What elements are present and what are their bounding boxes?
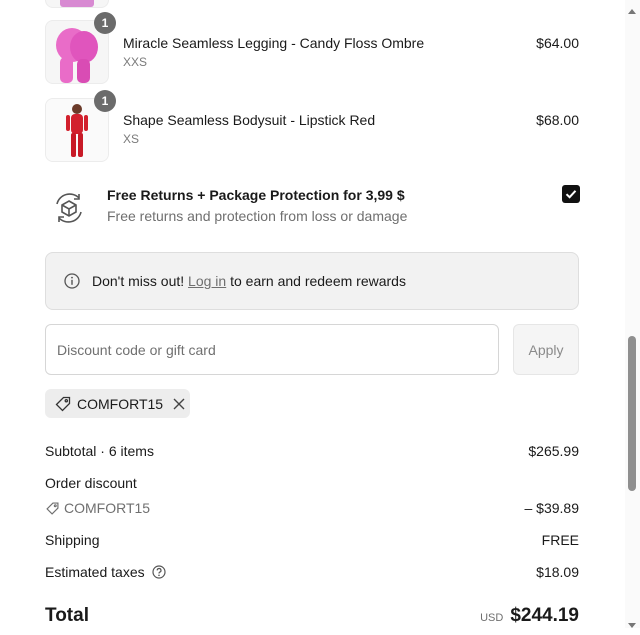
total-amount: USD $244.19: [480, 605, 579, 627]
taxes-row: Estimated taxes: [45, 564, 166, 580]
scrollbar-thumb[interactable]: [628, 336, 636, 491]
scroll-up-arrow-icon[interactable]: [627, 2, 637, 14]
total-value: $244.19: [510, 605, 579, 626]
shipping-label: Shipping: [45, 532, 100, 548]
product-thumbnail-previous: [45, 0, 109, 8]
quantity-badge: 1: [94, 12, 116, 34]
product-price: $64.00: [536, 35, 579, 51]
order-discount-code: COMFORT15: [45, 500, 150, 516]
tag-icon: [45, 501, 60, 516]
info-icon: [64, 273, 80, 289]
product-price: $68.00: [536, 112, 579, 128]
product-variant: XS: [123, 132, 140, 146]
subtotal-label: Subtotal · 6 items: [45, 443, 154, 459]
discount-code-input[interactable]: [45, 324, 499, 375]
taxes-label: Estimated taxes: [45, 564, 145, 580]
quantity-badge: 1: [94, 90, 116, 112]
order-discount-value: – $39.89: [524, 500, 580, 516]
protection-title: Free Returns + Package Protection for 3,…: [107, 187, 405, 203]
scrollbar[interactable]: [625, 0, 640, 628]
rewards-suffix: to earn and redeem rewards: [230, 273, 406, 289]
tag-icon: [54, 395, 72, 413]
checkmark-icon: [565, 190, 577, 199]
apply-button[interactable]: Apply: [513, 324, 579, 375]
rewards-notice: Don't miss out! Log in to earn and redee…: [45, 252, 579, 310]
package-protection-icon: [51, 190, 87, 226]
taxes-value: $18.09: [536, 564, 579, 580]
scroll-down-arrow-icon[interactable]: [627, 617, 637, 628]
applied-code-label: COMFORT15: [77, 395, 164, 412]
login-link[interactable]: Log in: [188, 273, 226, 289]
product-name: Shape Seamless Bodysuit - Lipstick Red: [123, 112, 376, 128]
order-discount-label: Order discount: [45, 475, 137, 491]
order-discount-code-label: COMFORT15: [64, 500, 151, 516]
applied-discount-chip: COMFORT15: [45, 389, 190, 418]
protection-subtitle: Free returns and protection from loss or…: [107, 208, 408, 224]
total-currency: USD: [480, 612, 504, 624]
total-label: Total: [45, 605, 89, 626]
shipping-value: FREE: [541, 532, 579, 548]
product-variant: XXS: [123, 55, 148, 69]
product-name: Miracle Seamless Legging - Candy Floss O…: [123, 35, 425, 51]
rewards-prefix: Don't miss out!: [92, 273, 185, 289]
help-icon[interactable]: [152, 565, 166, 579]
remove-discount-icon[interactable]: [172, 397, 186, 411]
subtotal-value: $265.99: [528, 443, 579, 459]
protection-checkbox[interactable]: [562, 185, 580, 203]
